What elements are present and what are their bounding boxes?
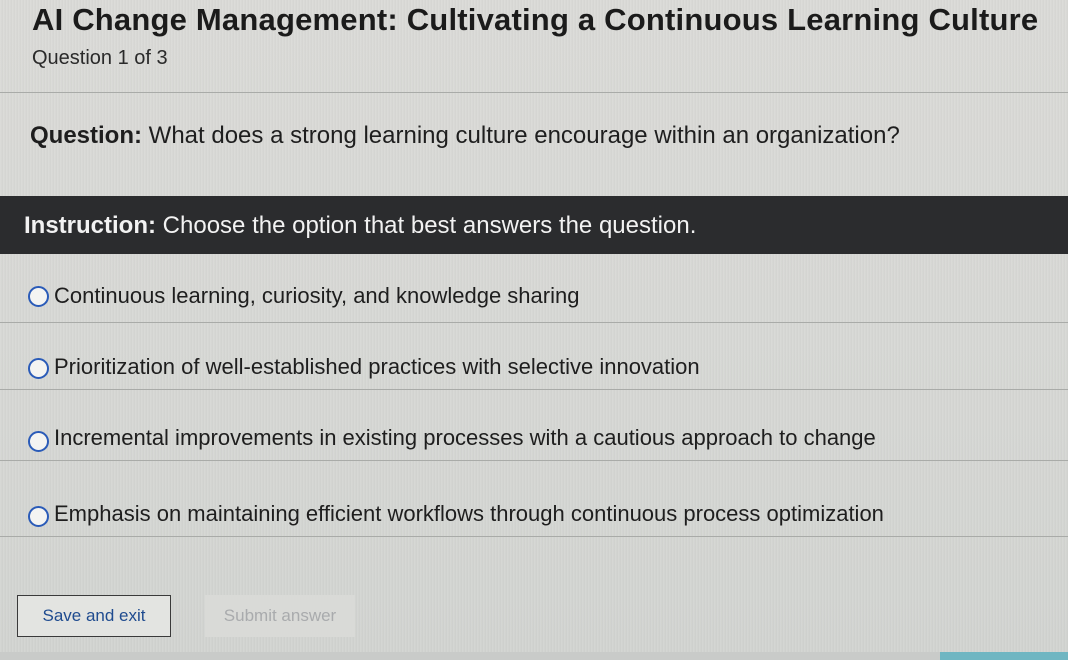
divider [0, 536, 1068, 537]
question-text: Question: What does a strong learning cu… [30, 122, 900, 150]
save-and-exit-button[interactable]: Save and exit [17, 595, 171, 637]
footer-strip [0, 652, 1068, 660]
question-label: Question: [30, 122, 142, 149]
radio-button-icon[interactable] [28, 506, 49, 527]
answer-option-4[interactable]: Emphasis on maintaining efficient workfl… [0, 461, 1068, 527]
radio-button-icon[interactable] [28, 286, 49, 307]
instruction-bar: Instruction: Choose the option that best… [0, 196, 1068, 254]
quiz-page: AI Change Management: Cultivating a Cont… [0, 0, 1068, 660]
answer-option-3[interactable]: Incremental improvements in existing pro… [0, 390, 1068, 456]
page-title: AI Change Management: Cultivating a Cont… [32, 2, 1039, 37]
submit-answer-button[interactable]: Submit answer [205, 595, 355, 637]
answer-option-label: Incremental improvements in existing pro… [54, 425, 876, 450]
radio-button-icon[interactable] [28, 431, 49, 452]
answer-option-2[interactable]: Prioritization of well-established pract… [0, 323, 1068, 389]
instruction-body: Choose the option that best answers the … [162, 212, 697, 239]
answer-option-label: Continuous learning, curiosity, and know… [54, 283, 580, 308]
question-counter: Question 1 of 3 [32, 47, 168, 69]
question-body: What does a strong learning culture enco… [148, 122, 900, 149]
answer-option-label: Emphasis on maintaining efficient workfl… [54, 501, 884, 526]
answer-option-1[interactable]: Continuous learning, curiosity, and know… [0, 258, 1068, 324]
divider [0, 92, 1068, 93]
radio-button-icon[interactable] [28, 358, 49, 379]
answer-option-label: Prioritization of well-established pract… [54, 354, 700, 379]
instruction-label: Instruction: [24, 212, 156, 239]
instruction-text: Instruction: Choose the option that best… [24, 212, 696, 240]
